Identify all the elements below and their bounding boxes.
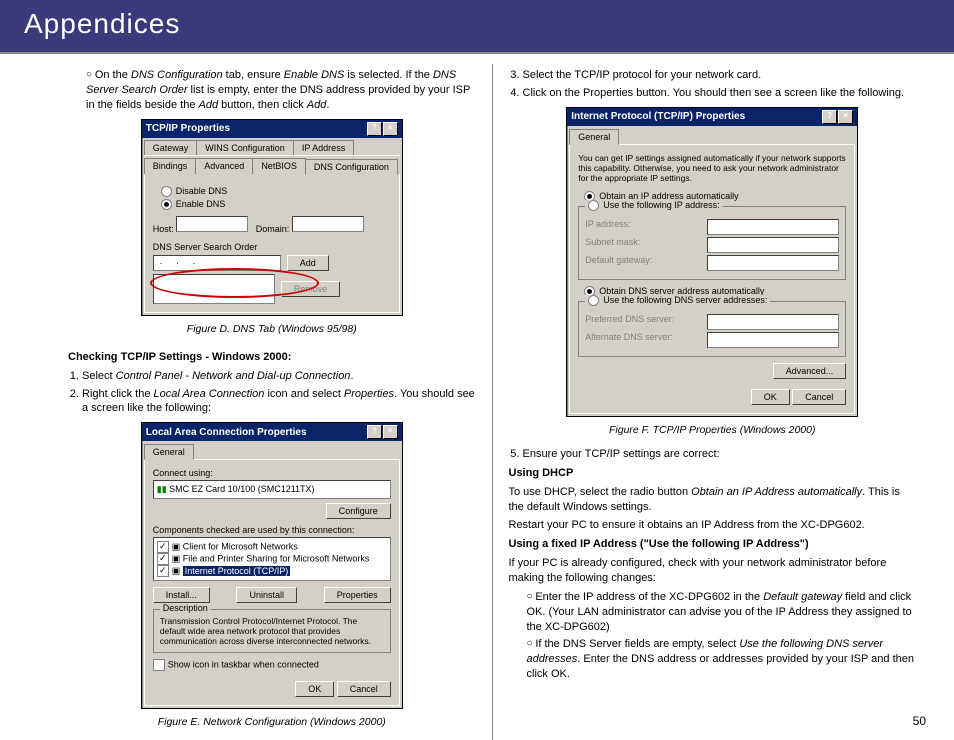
fige-title: Local Area Connection Properties	[146, 427, 307, 438]
figure-f-caption: Figure F. TCP/IP Properties (Windows 200…	[509, 423, 917, 437]
page-header: Appendices	[0, 0, 954, 52]
page-number: 50	[913, 714, 926, 728]
step-1: Select Control Panel - Network and Dial-…	[82, 369, 476, 384]
intro-bullet: On the DNS Configuration tab, ensure Ena…	[86, 68, 476, 113]
close-icon[interactable]: ×	[838, 110, 853, 124]
figure-f-dialog: Internet Protocol (TCP/IP) Properties ?×…	[566, 107, 858, 417]
ok-button[interactable]: OK	[295, 681, 334, 697]
chk-fileprint[interactable]: ✓	[157, 553, 169, 565]
ip-field[interactable]	[707, 219, 839, 235]
chk-showicon[interactable]	[153, 659, 165, 671]
using-fixed-heading: Using a fixed IP Address ("Use the follo…	[509, 537, 917, 552]
figure-d-dialog: TCP/IP Properties ?× Gateway WINS Config…	[141, 119, 403, 316]
radio-enable-dns[interactable]	[161, 199, 172, 210]
figure-e-dialog: Local Area Connection Properties ?× Gene…	[141, 422, 403, 709]
ok-button[interactable]: OK	[751, 389, 790, 405]
checking-heading: Checking TCP/IP Settings - Windows 2000:	[68, 350, 476, 365]
step-3: Select the TCP/IP protocol for your netw…	[523, 68, 917, 83]
search-order-label: DNS Server Search Order	[153, 242, 391, 252]
tab-ipaddr[interactable]: IP Address	[293, 140, 354, 155]
help-icon[interactable]: ?	[367, 122, 382, 136]
connect-using-label: Connect using:	[153, 468, 391, 478]
mask-field[interactable]	[707, 237, 839, 253]
tab-bindings[interactable]: Bindings	[144, 158, 197, 174]
step-4: Click on the Properties button. You shou…	[523, 86, 917, 101]
chk-client[interactable]: ✓	[157, 541, 169, 553]
install-button[interactable]: Install...	[153, 587, 210, 603]
radio-use-dns[interactable]	[588, 295, 599, 306]
fixed-bullet-1: Enter the IP address of the XC-DPG602 in…	[527, 590, 917, 635]
red-circle-annotation	[150, 268, 319, 298]
description-text: Transmission Control Protocol/Internet P…	[160, 616, 384, 646]
tab-general[interactable]: General	[569, 129, 619, 145]
radio-disable-dns[interactable]	[161, 186, 172, 197]
advanced-button[interactable]: Advanced...	[773, 363, 847, 379]
configure-button[interactable]: Configure	[326, 503, 391, 519]
tab-general[interactable]: General	[144, 444, 194, 460]
cancel-button[interactable]: Cancel	[792, 389, 846, 405]
using-dhcp-heading: Using DHCP	[509, 466, 917, 481]
help-icon[interactable]: ?	[367, 425, 382, 439]
tab-dnsconfig[interactable]: DNS Configuration	[305, 159, 398, 175]
tab-gateway[interactable]: Gateway	[144, 140, 198, 155]
right-column: Select the TCP/IP protocol for your netw…	[499, 64, 927, 740]
fixed-bullet-2: If the DNS Server fields are empty, sele…	[527, 637, 917, 682]
tcpip-item[interactable]: Internet Protocol (TCP/IP)	[183, 566, 291, 576]
fixed-intro: If your PC is already configured, check …	[509, 556, 917, 586]
close-icon[interactable]: ×	[383, 425, 398, 439]
figure-e-caption: Figure E. Network Configuration (Windows…	[68, 715, 476, 729]
chk-tcpip[interactable]: ✓	[157, 565, 169, 577]
column-divider	[492, 64, 493, 740]
left-column: On the DNS Configuration tab, ensure Ena…	[28, 64, 486, 740]
pref-dns-field[interactable]	[707, 314, 839, 330]
alt-dns-field[interactable]	[707, 332, 839, 348]
cancel-button[interactable]: Cancel	[337, 681, 391, 697]
radio-use-ip[interactable]	[588, 200, 599, 211]
step-2: Right click the Local Area Connection ic…	[82, 387, 476, 417]
properties-button[interactable]: Properties	[324, 587, 391, 603]
figd-title: TCP/IP Properties	[146, 123, 230, 134]
figf-blurb: You can get IP settings assigned automat…	[578, 153, 846, 183]
nic-name: SMC EZ Card 10/100 (SMC1211TX)	[169, 484, 314, 494]
components-label: Components checked are used by this conn…	[153, 525, 391, 535]
host-field[interactable]	[176, 216, 248, 232]
uninstall-button[interactable]: Uninstall	[236, 587, 297, 603]
dhcp-paragraph: To use DHCP, select the radio button Obt…	[509, 485, 917, 515]
add-button[interactable]: Add	[287, 255, 329, 271]
domain-field[interactable]	[292, 216, 364, 232]
close-icon[interactable]: ×	[383, 122, 398, 136]
tab-advanced[interactable]: Advanced	[195, 158, 253, 174]
step-5: Ensure your TCP/IP settings are correct:	[523, 447, 917, 462]
figure-d-caption: Figure D. DNS Tab (Windows 95/98)	[68, 322, 476, 336]
nic-icon: ▮▮	[157, 484, 167, 494]
tab-netbios[interactable]: NetBIOS	[252, 158, 306, 174]
tab-wins[interactable]: WINS Configuration	[196, 140, 294, 155]
gateway-field[interactable]	[707, 255, 839, 271]
help-icon[interactable]: ?	[822, 110, 837, 124]
dhcp-restart: Restart your PC to ensure it obtains an …	[509, 518, 917, 533]
figf-title: Internet Protocol (TCP/IP) Properties	[571, 111, 745, 122]
